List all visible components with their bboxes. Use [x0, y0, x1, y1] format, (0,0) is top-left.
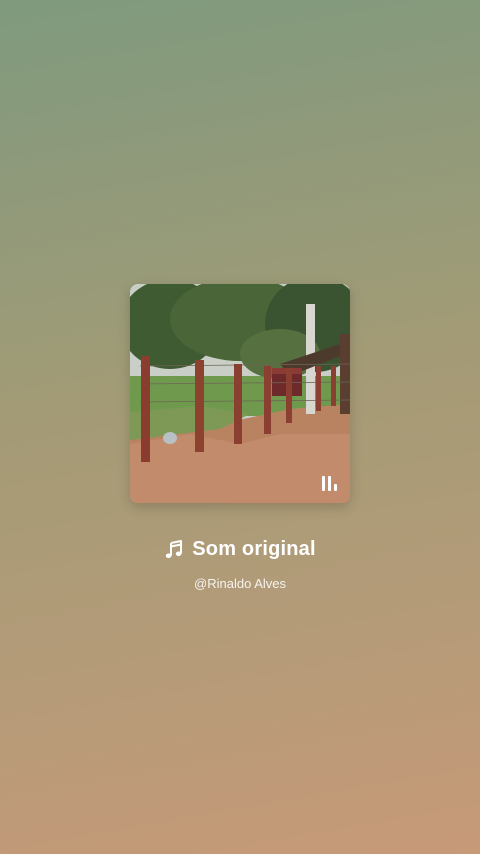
sound-page: { "sound": { "title": "Som original", "a…: [0, 0, 480, 854]
sound-title-row: Som original: [0, 538, 480, 561]
cover-photo: [130, 284, 350, 503]
album-cover[interactable]: [130, 284, 350, 503]
music-note-icon: [164, 539, 184, 560]
equalizer-bars-icon: [322, 476, 337, 491]
sound-title: Som original: [192, 538, 316, 560]
sound-author-link[interactable]: @Rinaldo Alves: [0, 576, 480, 591]
